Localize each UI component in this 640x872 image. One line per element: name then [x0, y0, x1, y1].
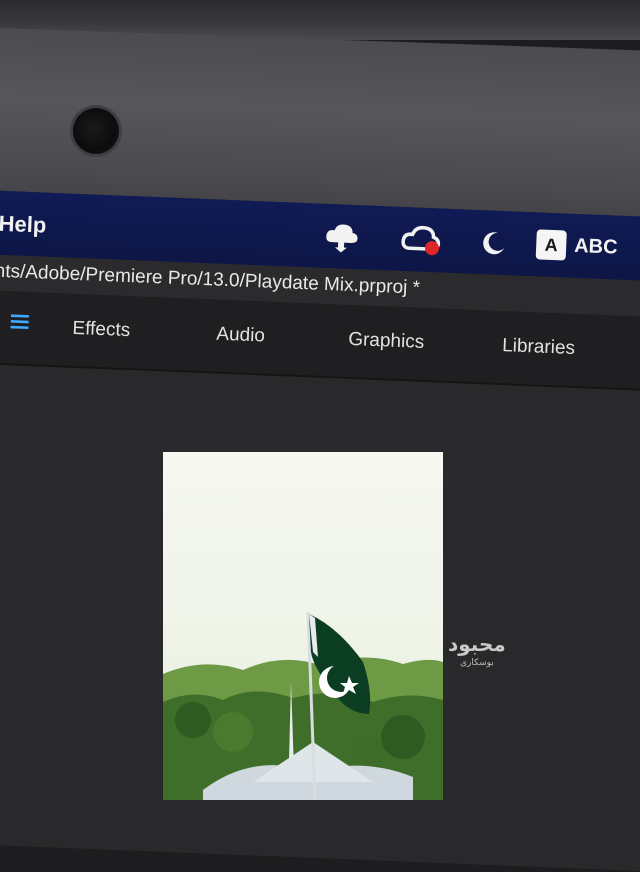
input-source-badge: A: [535, 229, 567, 261]
hamburger-menu-icon[interactable]: [10, 313, 30, 335]
tab-graphics[interactable]: Graphics: [348, 329, 425, 354]
input-source-indicator[interactable]: A ABC: [535, 226, 619, 265]
tab-libraries[interactable]: Libraries: [502, 335, 576, 360]
webcam-icon: [73, 108, 119, 154]
creative-cloud-icon[interactable]: [400, 221, 445, 259]
video-preview[interactable]: [163, 452, 443, 800]
creative-cloud-sync-icon[interactable]: [323, 218, 360, 255]
watermark: محبود بوسکاری: [448, 632, 506, 668]
menu-item-help[interactable]: Help: [0, 211, 47, 239]
do-not-disturb-moon-icon[interactable]: [480, 224, 507, 261]
tab-audio[interactable]: Audio: [216, 324, 265, 348]
watermark-text: محبود: [448, 634, 506, 656]
watermark-subtext: بوسکاری: [459, 657, 494, 667]
input-source-label: ABC: [573, 234, 619, 259]
tab-effects[interactable]: Effects: [72, 318, 131, 342]
